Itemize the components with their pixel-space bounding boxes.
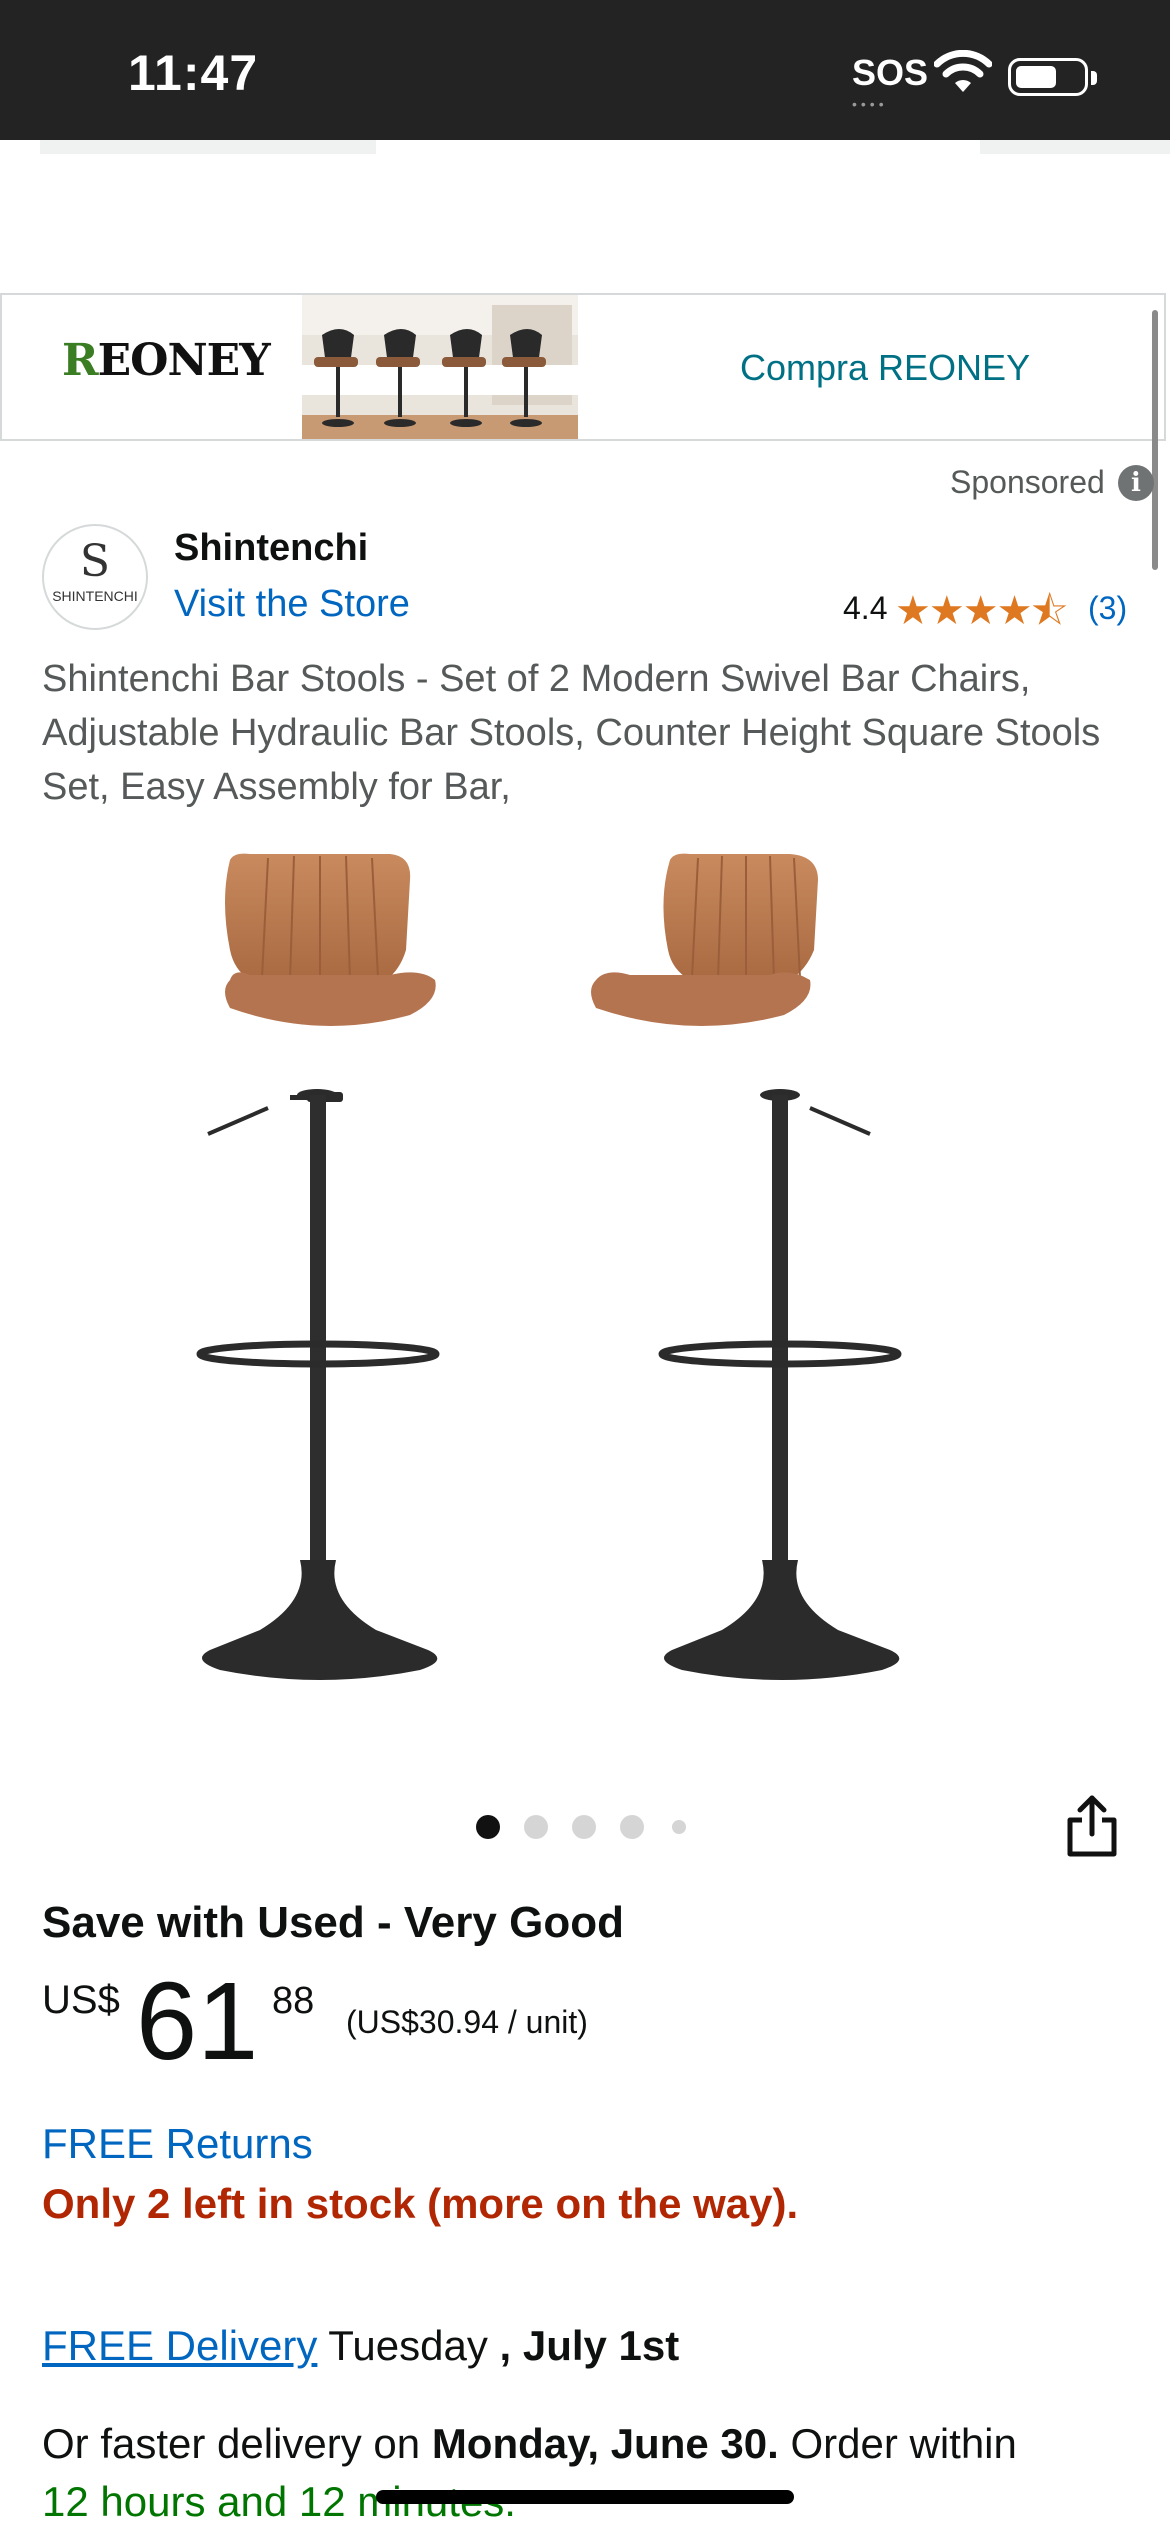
scrolled-content-remnant <box>40 140 376 154</box>
status-bar: 11:47 SOS •••• <box>0 0 1170 140</box>
status-time: 11:47 <box>128 45 259 101</box>
sponsored-label: Sponsored <box>950 464 1105 500</box>
store-logo-letter: S <box>79 536 111 587</box>
battery-icon <box>1008 58 1088 96</box>
store-logo-text: SHINTENCHI <box>52 588 138 604</box>
offer-heading: Save with Used - Very Good <box>42 1898 624 1947</box>
faster-suffix: Order within <box>778 2420 1017 2467</box>
stock-status: Only 2 left in stock (more on the way). <box>42 2180 799 2227</box>
home-indicator[interactable] <box>376 2490 794 2504</box>
signal-dots: •••• <box>852 96 888 112</box>
unit-price-suffix: / unit) <box>498 2004 588 2040</box>
free-delivery-link[interactable]: FREE Delivery <box>42 2322 317 2369</box>
price-whole: 61 <box>136 1960 259 2083</box>
unit-price-value: (US$30.94 <box>346 2004 499 2040</box>
delivery-info: FREE Delivery Tuesday , July 1st <box>42 2322 679 2370</box>
carousel-dot[interactable] <box>524 1815 548 1839</box>
left-stool <box>196 853 440 1680</box>
banner-product-image <box>302 295 578 439</box>
shop-brand-link[interactable]: Compra REONEY <box>740 347 1030 389</box>
sos-indicator: SOS <box>852 52 929 93</box>
price-fraction: 88 <box>272 1980 315 2022</box>
carousel-dot[interactable] <box>672 1820 686 1834</box>
share-icon[interactable] <box>1064 1794 1120 1858</box>
rating-count-link[interactable]: (3) <box>1088 590 1127 627</box>
battery-tip <box>1091 71 1097 85</box>
product-image[interactable] <box>150 840 970 1700</box>
faster-date: Monday, June 30. <box>431 2420 779 2467</box>
rating-value: 4.4 <box>843 590 888 626</box>
faster-prefix: Or faster delivery on <box>42 2420 432 2467</box>
price-currency: US$ <box>42 1978 120 2022</box>
delivery-date: , July 1st <box>499 2322 680 2369</box>
faster-delivery-info: Or faster delivery on Monday, June 30. O… <box>42 2420 1017 2468</box>
store-logo[interactable]: S SHINTENCHI <box>42 524 148 630</box>
delivery-day: Tuesday <box>317 2322 500 2369</box>
brand-logo: REONEY <box>62 335 271 386</box>
product-title[interactable]: Shintenchi Bar Stools - Set of 2 Modern … <box>42 652 1132 814</box>
store-name: Shintenchi <box>174 527 369 569</box>
carousel-dot[interactable] <box>620 1815 644 1839</box>
carousel-dot[interactable] <box>476 1815 500 1839</box>
right-stool <box>591 853 902 1680</box>
free-returns-link[interactable]: FREE Returns <box>42 2120 313 2168</box>
unit-price: (US$30.94 / unit) <box>346 2004 588 2041</box>
scrollbar[interactable] <box>1152 310 1158 570</box>
star-rating-icon[interactable]: ★★★★⯪ <box>895 582 1068 650</box>
sponsored-brand-banner[interactable]: REONEY Compra REONEY <box>0 293 1166 441</box>
visit-store-link[interactable]: Visit the Store <box>174 583 410 626</box>
carousel-dot[interactable] <box>572 1815 596 1839</box>
scrolled-content-remnant <box>980 140 1170 154</box>
wifi-icon <box>934 50 992 92</box>
info-icon[interactable]: i <box>1118 465 1154 501</box>
